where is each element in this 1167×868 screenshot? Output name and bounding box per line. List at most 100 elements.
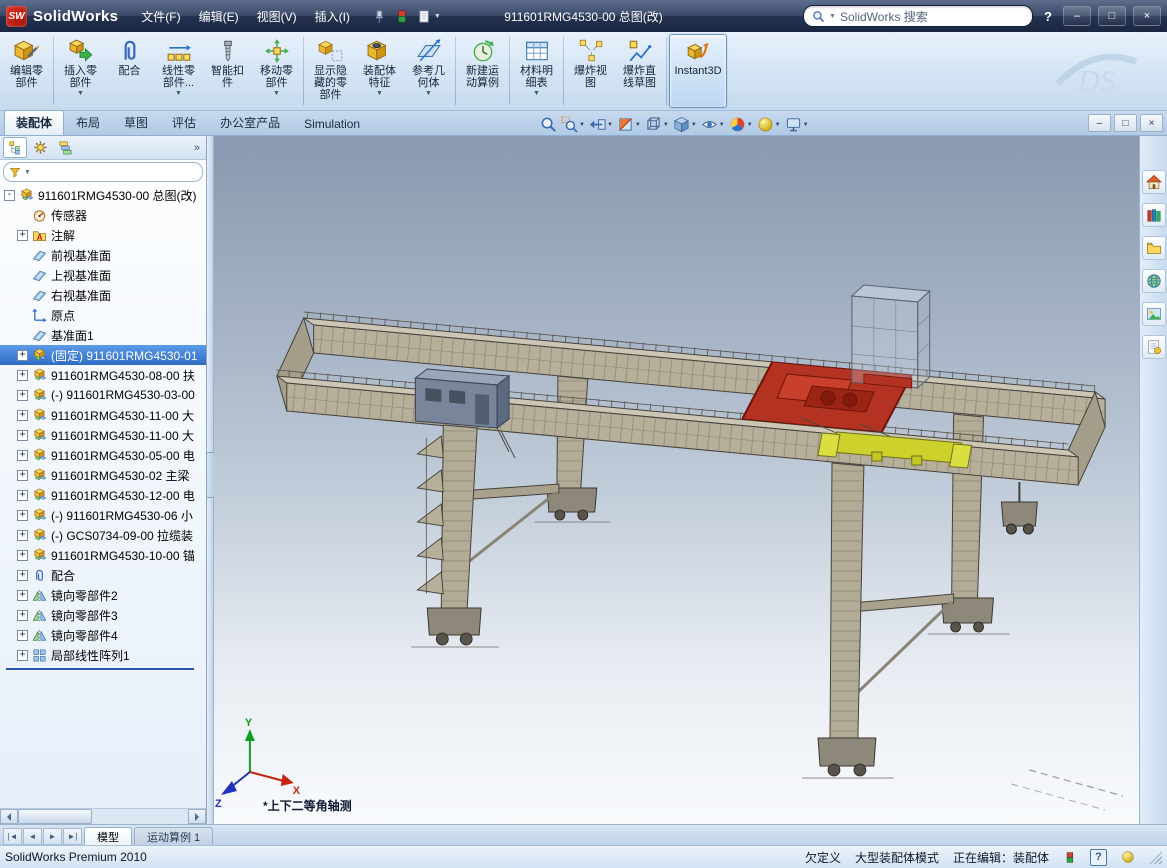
graphics-area[interactable]: Y X Z *上下二等角轴测 — [214, 136, 1139, 824]
headsup-button[interactable]: ▼ — [755, 115, 783, 134]
tree-item[interactable]: + (固定) 911601RMG4530-01 — [0, 345, 206, 365]
search-scope-caret[interactable]: ▼ — [829, 13, 836, 20]
headsup-button[interactable]: ▼ — [671, 115, 699, 134]
scrollbar-thumb[interactable] — [18, 809, 92, 824]
tree-expand-toggle[interactable]: + — [17, 350, 28, 361]
ribbon-button[interactable]: 参考几何体 ▼ — [404, 34, 453, 108]
tab-nav-arrow[interactable]: |◄ — [3, 828, 22, 845]
tree-expand-toggle[interactable]: - — [4, 190, 15, 201]
tree-item[interactable]: + 镜向零部件4 — [0, 625, 206, 645]
end-truck[interactable] — [1001, 482, 1037, 534]
front-wheel-trucks[interactable] — [411, 608, 893, 778]
model-tab[interactable]: 模型 — [84, 827, 132, 845]
tree-expand-toggle[interactable]: + — [17, 410, 28, 421]
rollback-bar[interactable] — [6, 668, 194, 670]
window-control-button[interactable]: – — [1063, 6, 1091, 26]
panel-tab[interactable] — [28, 137, 52, 158]
tree-item[interactable]: + 911601RMG4530-12-00 电 — [0, 485, 206, 505]
command-tab[interactable]: 装配体 — [4, 110, 64, 135]
tree-horizontal-scrollbar[interactable] — [0, 808, 206, 824]
command-tab[interactable]: 办公室产品 — [208, 110, 292, 135]
tree-filter-box[interactable]: ▼ — [3, 162, 203, 182]
tree-item[interactable]: 上视基准面 — [0, 265, 206, 285]
ribbon-button[interactable]: 线性零部件... ▼ — [154, 34, 203, 108]
command-tab[interactable]: 评估 — [160, 110, 208, 135]
help-button[interactable]: ? — [1040, 9, 1056, 24]
tree-expand-toggle[interactable]: + — [17, 490, 28, 501]
rear-wheel-trucks[interactable] — [535, 488, 1009, 634]
panel-tab[interactable] — [3, 137, 27, 158]
tree-item[interactable]: 原点 — [0, 305, 206, 325]
ribbon-button[interactable]: 显示隐藏的零部件 — [306, 34, 355, 108]
tree-expand-toggle[interactable]: + — [17, 650, 28, 661]
task-pane-button[interactable] — [1142, 335, 1166, 359]
tree-expand-toggle[interactable] — [17, 210, 28, 221]
ribbon-button[interactable]: 装配体特征 ▼ — [355, 34, 404, 108]
tree-item[interactable]: + 镜向零部件2 — [0, 585, 206, 605]
leg-stairs[interactable] — [417, 436, 443, 594]
headsup-button[interactable] — [538, 115, 559, 134]
tree-expand-toggle[interactable]: + — [17, 530, 28, 541]
search-box[interactable]: ▼ SolidWorks 搜索 — [803, 5, 1033, 27]
window-control-button[interactable]: □ — [1098, 6, 1126, 26]
headsup-button[interactable]: ▼ — [559, 115, 587, 134]
ribbon-button[interactable]: 编辑零部件 — [2, 34, 51, 108]
tree-item[interactable]: + 911601RMG4530-08-00 扶 — [0, 365, 206, 385]
tree-expand-toggle[interactable] — [17, 250, 28, 261]
tree-expand-toggle[interactable]: + — [17, 550, 28, 561]
tab-nav-arrow[interactable]: ►| — [63, 828, 82, 845]
menu-item[interactable]: 编辑(E) — [190, 5, 248, 28]
command-tab[interactable]: 布局 — [64, 110, 112, 135]
panel-expand-chevron[interactable]: » — [191, 142, 203, 154]
tree-item[interactable]: + (-) 911601RMG4530-03-00 — [0, 385, 206, 405]
titlebar-tool-icon[interactable] — [371, 9, 386, 24]
task-pane-button[interactable] — [1142, 302, 1166, 326]
task-pane-button[interactable] — [1142, 236, 1166, 260]
model-tab[interactable]: 运动算例 1 — [134, 827, 213, 845]
titlebar-tool-icon[interactable] — [394, 9, 409, 24]
headsup-button[interactable]: ▼ — [727, 115, 755, 134]
tree-expand-toggle[interactable]: + — [17, 630, 28, 641]
ribbon-button[interactable]: 插入零部件 ▼ — [56, 34, 105, 108]
task-pane-button[interactable] — [1142, 203, 1166, 227]
menu-item[interactable]: 文件(F) — [132, 5, 189, 28]
scrollbar-track[interactable] — [18, 809, 188, 824]
task-pane-button[interactable] — [1142, 170, 1166, 194]
tree-expand-toggle[interactable] — [17, 270, 28, 281]
tree-expand-toggle[interactable]: + — [17, 510, 28, 521]
tree-item[interactable]: + 911601RMG4530-05-00 电 — [0, 445, 206, 465]
document-window-button[interactable]: – — [1088, 114, 1111, 132]
menu-item[interactable]: 插入(I) — [306, 5, 359, 28]
tree-item[interactable]: 前视基准面 — [0, 245, 206, 265]
panel-tab[interactable] — [53, 137, 77, 158]
ribbon-button[interactable]: 材料明细表 ▼ — [512, 34, 561, 108]
headsup-button[interactable]: ▼ — [615, 115, 643, 134]
tree-expand-toggle[interactable]: + — [17, 570, 28, 581]
quick-tips-button[interactable]: ? — [1090, 849, 1107, 866]
tree-expand-toggle[interactable]: + — [17, 430, 28, 441]
document-window-button[interactable]: × — [1140, 114, 1163, 132]
tree-expand-toggle[interactable]: + — [17, 610, 28, 621]
tree-expand-toggle[interactable] — [17, 330, 28, 341]
tree-expand-toggle[interactable] — [17, 310, 28, 321]
tree-expand-toggle[interactable]: + — [17, 450, 28, 461]
document-window-button[interactable]: □ — [1114, 114, 1137, 132]
tab-nav-arrow[interactable]: ► — [43, 828, 62, 845]
tree-item[interactable]: - 911601RMG4530-00 总图(改) — [0, 185, 206, 205]
front-legs[interactable] — [441, 425, 864, 738]
panel-splitter[interactable] — [207, 136, 214, 824]
tree-item[interactable]: 基准面1 — [0, 325, 206, 345]
tree-item[interactable]: + 镜向零部件3 — [0, 605, 206, 625]
tree-expand-toggle[interactable]: + — [17, 470, 28, 481]
tree-item[interactable]: + (-) 911601RMG4530-06 小 — [0, 505, 206, 525]
ribbon-button[interactable]: 移动零部件 ▼ — [252, 34, 301, 108]
tree-item[interactable]: + 911601RMG4530-10-00 锚 — [0, 545, 206, 565]
tree-item[interactable]: + 局部线性阵列1 — [0, 645, 206, 665]
tree-expand-toggle[interactable]: + — [17, 390, 28, 401]
tree-expand-toggle[interactable]: + — [17, 230, 28, 241]
titlebar-tool-icon[interactable]: ▼ — [417, 9, 441, 24]
tree-item[interactable]: + 注解 — [0, 225, 206, 245]
tree-item[interactable]: + 911601RMG4530-11-00 大 — [0, 425, 206, 445]
ribbon-button[interactable]: 智能扣件 — [203, 34, 252, 108]
ribbon-button[interactable]: 新建运动算例 — [458, 34, 507, 108]
